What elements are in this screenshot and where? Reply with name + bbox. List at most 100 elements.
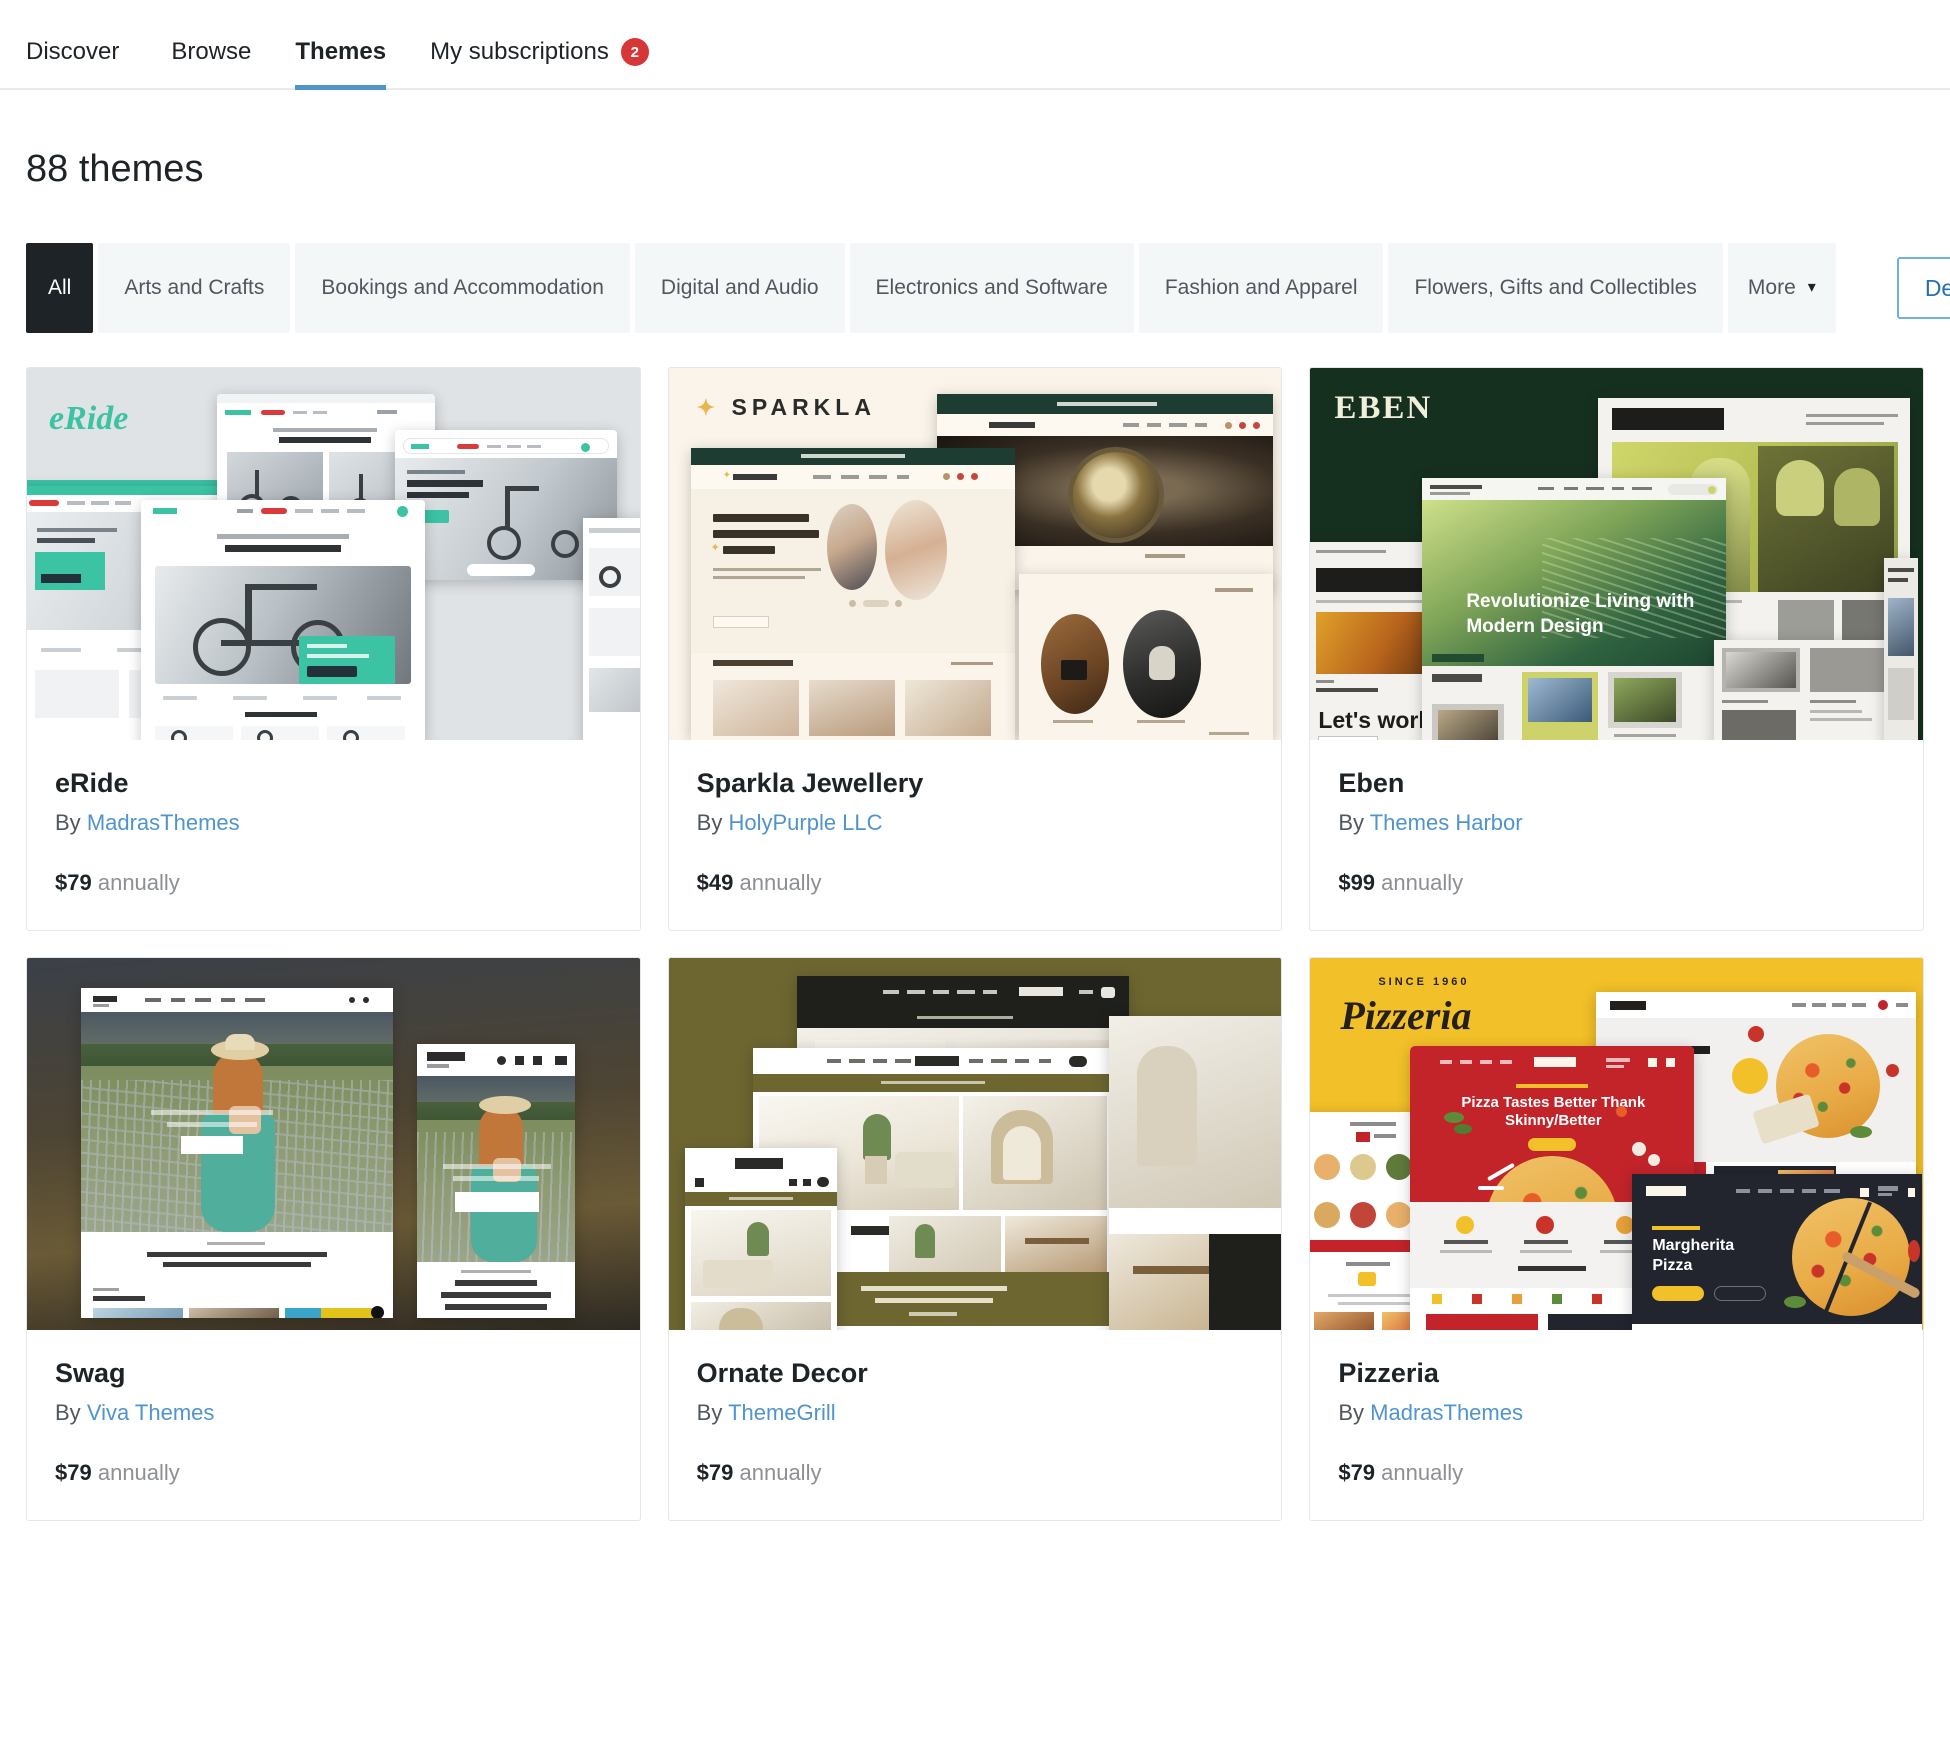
theme-price-period: annually xyxy=(98,870,180,895)
theme-author-line: By ThemeGrill xyxy=(697,1400,1254,1426)
theme-author-link[interactable]: Viva Themes xyxy=(87,1400,215,1425)
theme-card-ornate-decor[interactable]: Ornate Decor By ThemeGrill $79 annually xyxy=(668,957,1283,1521)
by-prefix: By xyxy=(697,1400,723,1425)
category-filter-bar: All Arts and Crafts Bookings and Accommo… xyxy=(26,243,1924,333)
theme-grid: eRide xyxy=(26,367,1924,1521)
nav-tab-browse[interactable]: Browse xyxy=(149,38,273,88)
theme-price-period: annually xyxy=(98,1460,180,1485)
sparkle-icon-headline: ✦ xyxy=(711,543,720,554)
theme-card-pizzeria[interactable]: SINCE 1960 Pizzeria xyxy=(1309,957,1924,1521)
filter-pill-fashion-and-apparel-label: Fashion and Apparel xyxy=(1165,274,1358,302)
theme-thumbnail-sparkla-jewellery: ✦ SPARKLA xyxy=(669,368,1282,740)
theme-meta-eride: eRide By MadrasThemes $79 annually xyxy=(27,740,640,930)
theme-meta-pizzeria: Pizzeria By MadrasThemes $79 annually xyxy=(1310,1330,1923,1520)
filter-pill-all-label: All xyxy=(48,274,71,302)
filter-pill-arts-and-crafts[interactable]: Arts and Crafts xyxy=(98,243,290,333)
theme-price: $99 xyxy=(1338,870,1375,895)
theme-meta-ornate-decor: Ornate Decor By ThemeGrill $79 annually xyxy=(669,1330,1282,1520)
theme-price-period: annually xyxy=(740,1460,822,1485)
theme-name: eRide xyxy=(55,768,612,799)
theme-thumbnail-swag xyxy=(27,958,640,1330)
theme-author-link[interactable]: Themes Harbor xyxy=(1370,810,1523,835)
pizzeria-logo: Pizzeria xyxy=(1340,992,1471,1039)
filter-pill-electronics-and-software[interactable]: Electronics and Software xyxy=(850,243,1134,333)
by-prefix: By xyxy=(55,810,81,835)
design-your-own-button[interactable]: Design your own xyxy=(1897,257,1950,319)
filter-more-label: More xyxy=(1748,274,1796,302)
theme-price: $79 xyxy=(55,1460,92,1485)
theme-price: $79 xyxy=(1338,1460,1375,1485)
theme-name: Pizzeria xyxy=(1338,1358,1895,1389)
filter-pill-bookings-and-accommodation-label: Bookings and Accommodation xyxy=(321,274,604,302)
sparkla-logo: ✦ SPARKLA xyxy=(697,394,876,421)
theme-thumbnail-eride: eRide xyxy=(27,368,640,740)
theme-card-eride[interactable]: eRide xyxy=(26,367,641,931)
theme-name: Eben xyxy=(1338,768,1895,799)
filter-pill-digital-and-audio[interactable]: Digital and Audio xyxy=(635,243,845,333)
theme-price-period: annually xyxy=(1381,870,1463,895)
theme-thumbnail-ornate-decor xyxy=(669,958,1282,1330)
by-prefix: By xyxy=(1338,1400,1364,1425)
chevron-down-icon: ▾ xyxy=(1808,280,1816,296)
eride-logo: eRide xyxy=(49,400,128,438)
theme-author-link[interactable]: HolyPurple LLC xyxy=(728,810,882,835)
theme-author-line: By MadrasThemes xyxy=(55,810,612,836)
theme-meta-sparkla-jewellery: Sparkla Jewellery By HolyPurple LLC $49 … xyxy=(669,740,1282,930)
sparkle-icon-small: ✦ xyxy=(723,471,731,481)
nav-tab-my-subscriptions-label: My subscriptions xyxy=(430,38,609,66)
theme-author-line: By Viva Themes xyxy=(55,1400,612,1426)
design-your-own-label: Design your own xyxy=(1925,275,1950,302)
theme-price-period: annually xyxy=(1381,1460,1463,1485)
theme-price-line: $79 annually xyxy=(55,870,612,896)
theme-price: $49 xyxy=(697,870,734,895)
theme-price-line: $79 annually xyxy=(55,1460,612,1486)
theme-price: $79 xyxy=(697,1460,734,1485)
theme-name: Ornate Decor xyxy=(697,1358,1254,1389)
filter-pill-bookings-and-accommodation[interactable]: Bookings and Accommodation xyxy=(295,243,630,333)
theme-card-sparkla-jewellery[interactable]: ✦ SPARKLA xyxy=(668,367,1283,931)
eben-hero-headline: Revolutionize Living with Modern Design xyxy=(1466,590,1706,639)
filter-pill-electronics-and-software-label: Electronics and Software xyxy=(876,274,1108,302)
theme-meta-swag: Swag By Viva Themes $79 annually xyxy=(27,1330,640,1520)
sparkle-icon: ✦ xyxy=(697,395,720,420)
filter-pill-flowers-gifts-and-collectibles[interactable]: Flowers, Gifts and Collectibles xyxy=(1388,243,1722,333)
theme-thumbnail-eben: EBEN xyxy=(1310,368,1923,740)
nav-tab-discover-label: Discover xyxy=(26,38,119,66)
pizzeria-since-label: SINCE 1960 xyxy=(1378,976,1469,988)
theme-name: Swag xyxy=(55,1358,612,1389)
nav-tab-my-subscriptions[interactable]: My subscriptions 2 xyxy=(408,38,671,88)
theme-price-line: $49 annually xyxy=(697,870,1254,896)
by-prefix: By xyxy=(55,1400,81,1425)
theme-author-link[interactable]: MadrasThemes xyxy=(87,810,240,835)
theme-price-line: $79 annually xyxy=(697,1460,1254,1486)
theme-author-line: By MadrasThemes xyxy=(1338,1400,1895,1426)
theme-price-line: $79 annually xyxy=(1338,1460,1895,1486)
theme-thumbnail-pizzeria: SINCE 1960 Pizzeria xyxy=(1310,958,1923,1330)
main-navigation: Discover Browse Themes My subscriptions … xyxy=(0,0,1950,90)
theme-author-line: By Themes Harbor xyxy=(1338,810,1895,836)
themes-page: 88 themes All Arts and Crafts Bookings a… xyxy=(0,148,1950,1521)
nav-tab-browse-label: Browse xyxy=(171,38,251,66)
nav-tab-themes[interactable]: Themes xyxy=(273,38,408,88)
theme-name: Sparkla Jewellery xyxy=(697,768,1254,799)
theme-price-line: $99 annually xyxy=(1338,870,1895,896)
by-prefix: By xyxy=(1338,810,1364,835)
filter-pill-arts-and-crafts-label: Arts and Crafts xyxy=(124,274,264,302)
theme-meta-eben: Eben By Themes Harbor $99 annually xyxy=(1310,740,1923,930)
theme-price: $79 xyxy=(55,870,92,895)
theme-card-swag[interactable]: Swag By Viva Themes $79 annually xyxy=(26,957,641,1521)
pizzeria-margherita-headline: Margherita Pizza xyxy=(1652,1236,1778,1275)
eben-logo: EBEN xyxy=(1334,390,1432,427)
theme-card-eben[interactable]: EBEN xyxy=(1309,367,1924,931)
filter-pill-all[interactable]: All xyxy=(26,243,93,333)
nav-tab-themes-label: Themes xyxy=(295,38,386,66)
page-title: 88 themes xyxy=(26,148,1924,191)
theme-author-link[interactable]: MadrasThemes xyxy=(1370,1400,1523,1425)
theme-author-line: By HolyPurple LLC xyxy=(697,810,1254,836)
theme-author-link[interactable]: ThemeGrill xyxy=(728,1400,836,1425)
filter-pill-flowers-gifts-and-collectibles-label: Flowers, Gifts and Collectibles xyxy=(1414,274,1696,302)
by-prefix: By xyxy=(697,810,723,835)
filter-pill-fashion-and-apparel[interactable]: Fashion and Apparel xyxy=(1139,243,1384,333)
nav-tab-discover[interactable]: Discover xyxy=(26,38,141,88)
filter-more-dropdown[interactable]: More ▾ xyxy=(1728,243,1836,333)
